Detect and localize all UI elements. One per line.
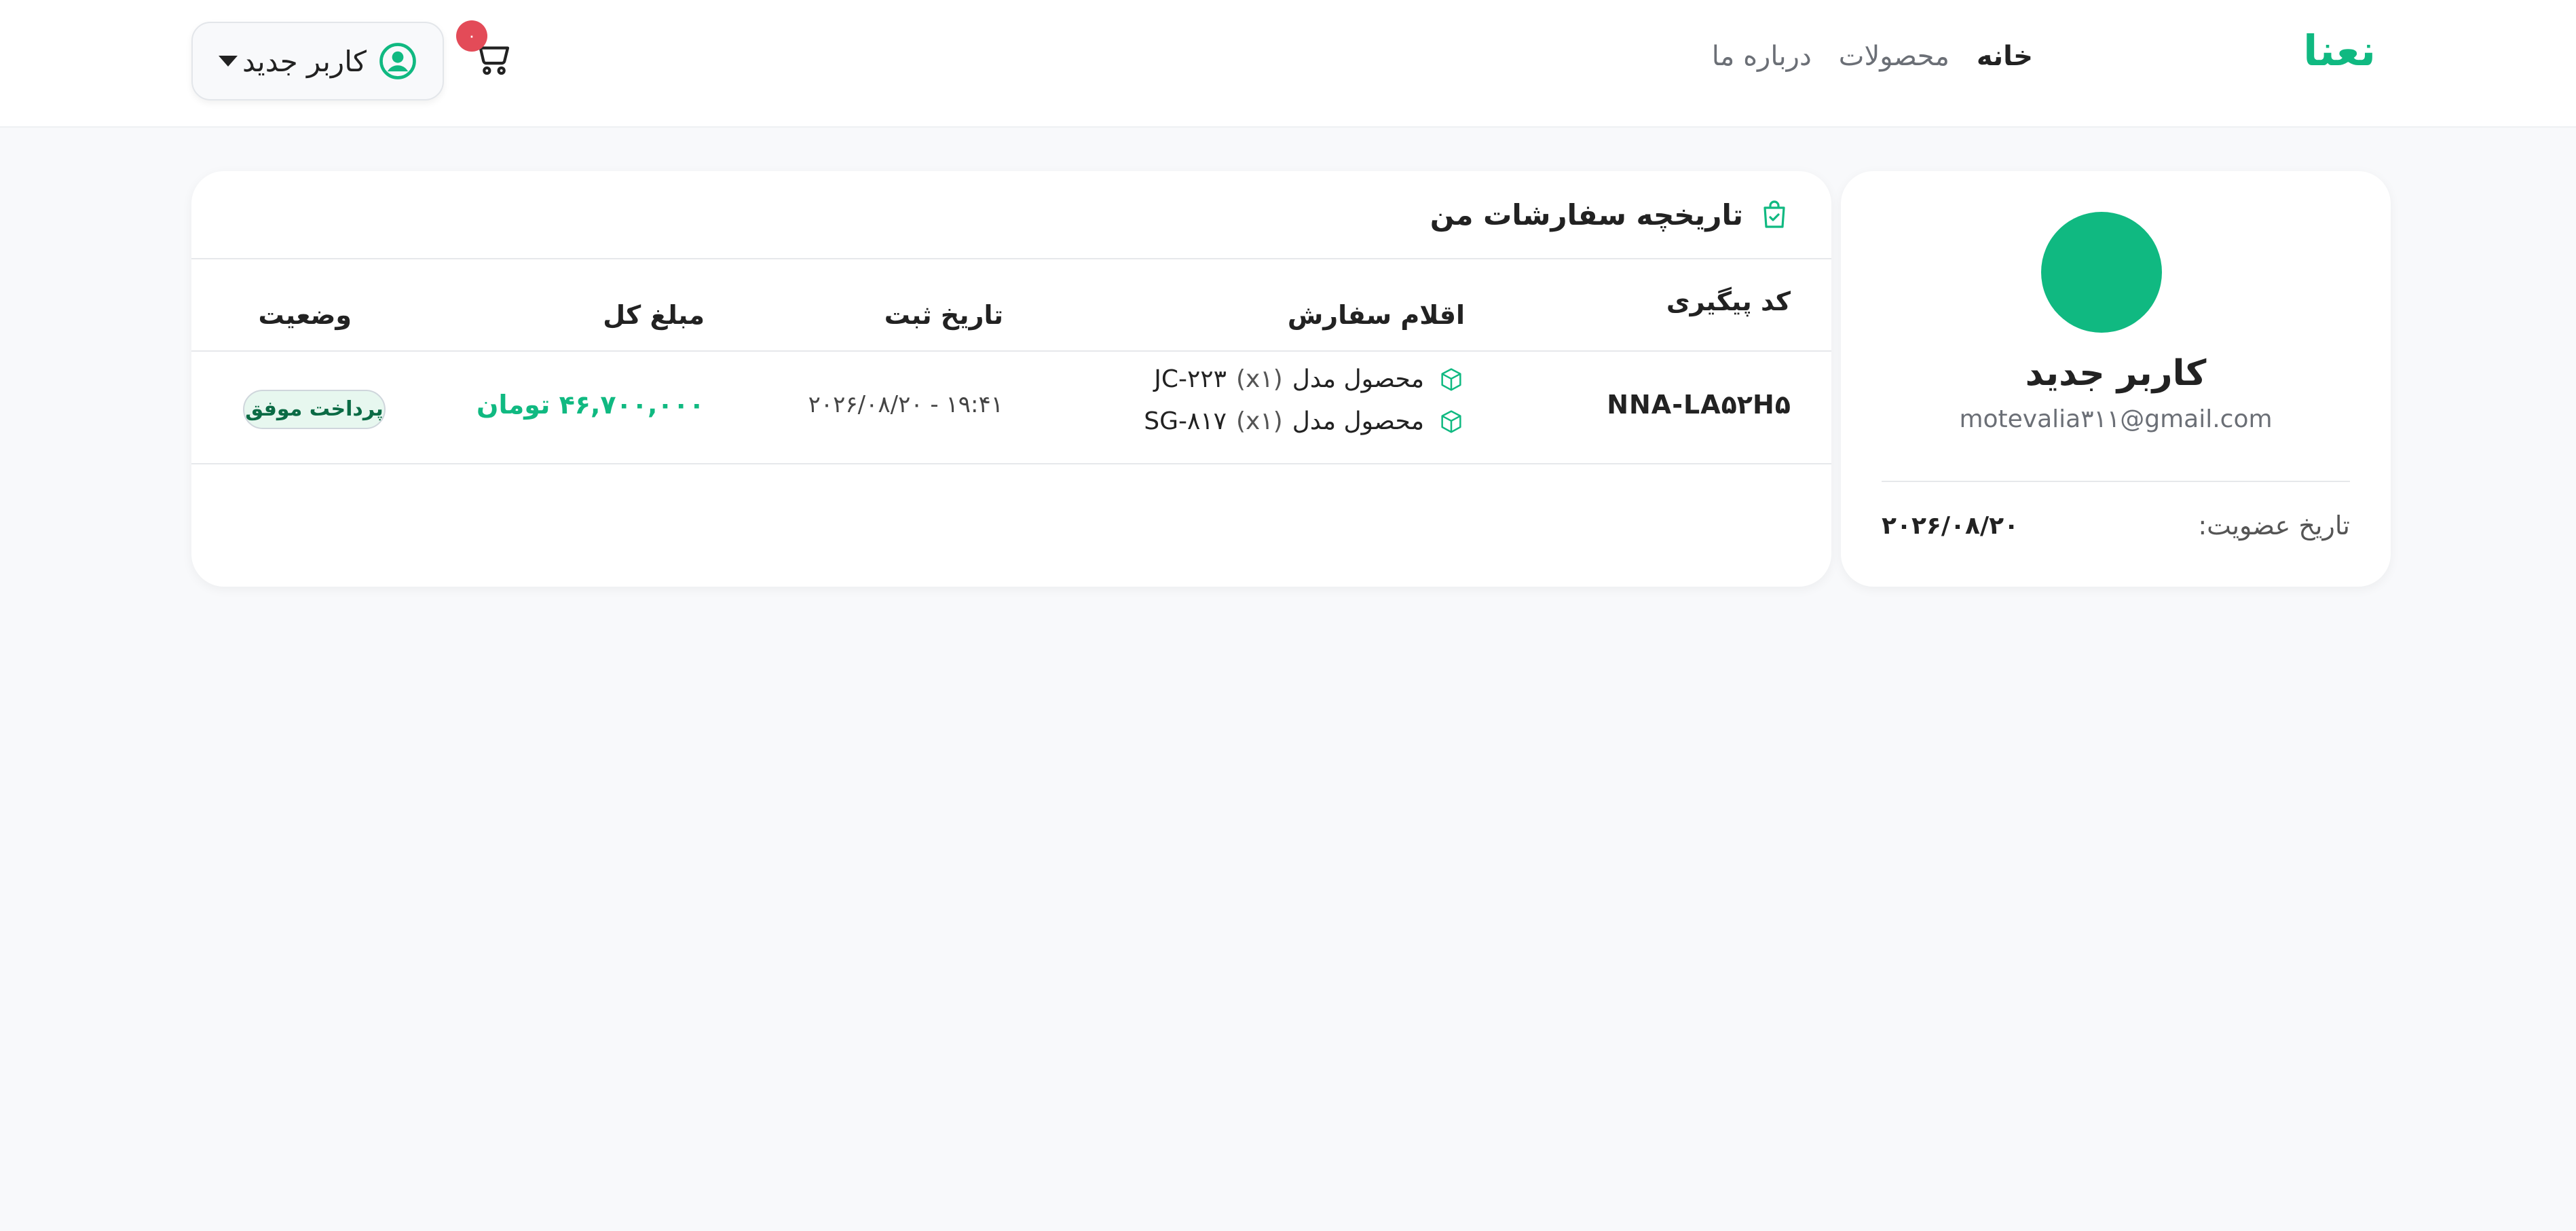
main-nav: خانه محصولات درباره ما — [1685, 41, 2033, 72]
order-item: محصول مدل (x۱) SG-۸۱۷ — [1144, 407, 1465, 435]
status-badge: پرداخت موفق — [243, 390, 386, 429]
chevron-down-icon — [219, 56, 238, 67]
user-circle-icon — [379, 43, 416, 79]
item-model: JC-۲۲۳ — [1154, 365, 1227, 393]
table-row-divider — [191, 463, 1831, 464]
nav-products[interactable]: محصولات — [1839, 41, 1949, 72]
col-amount: مبلغ کل — [603, 300, 705, 330]
user-menu-button[interactable]: کاربر جدید — [191, 22, 444, 100]
orders-title: تاریخچه سفارشات من — [1430, 198, 1743, 232]
orders-header: تاریخچه سفارشات من — [191, 171, 1831, 259]
order-item: محصول مدل (x۱) JC-۲۲۳ — [1154, 365, 1465, 393]
profile-name: کاربر جدید — [2025, 353, 2207, 394]
shopping-bag-check-icon — [1763, 200, 1785, 228]
table-header-divider — [191, 350, 1831, 352]
user-menu-name: کاربر جدید — [242, 44, 367, 78]
package-icon — [1441, 367, 1461, 391]
top-navbar: نعنا خانه محصولات درباره ما کاربر جدید ۰ — [0, 0, 2576, 128]
tracking-code: NNA-LA۵۲H۵ — [1607, 390, 1791, 420]
order-date: ۲۰۲۶/۰۸/۲۰ - ۱۹:۴۱ — [808, 391, 1003, 418]
order-amount: ۴۶,۷۰۰,۰۰۰ تومان — [477, 390, 705, 420]
divider — [1882, 481, 2350, 482]
member-since-label: تاریخ عضویت: — [2198, 511, 2350, 540]
col-date: تاریخ ثبت — [884, 300, 1003, 330]
item-name: محصول مدل — [1292, 407, 1424, 435]
item-qty: (x۱) — [1235, 365, 1283, 393]
col-tracking: کد پیگیری — [1666, 287, 1791, 316]
orders-card: تاریخچه سفارشات من کد پیگیری اقلام سفارش… — [191, 171, 1831, 587]
member-since-row: تاریخ عضویت: ۲۰۲۶/۰۸/۲۰ — [1882, 511, 2350, 540]
member-since-value: ۲۰۲۶/۰۸/۲۰ — [1882, 511, 2019, 540]
nav-home[interactable]: خانه — [1977, 41, 2033, 72]
cart-count-badge: ۰ — [456, 20, 487, 52]
avatar — [2041, 212, 2162, 333]
item-qty: (x۱) — [1235, 407, 1283, 435]
col-items: اقلام سفارش — [1287, 300, 1465, 330]
profile-card: کاربر جدید motevalia۳۱۱@gmail.com تاریخ … — [1841, 171, 2391, 587]
brand-logo[interactable]: نعنا — [2303, 26, 2376, 75]
item-name: محصول مدل — [1292, 365, 1424, 393]
nav-about[interactable]: درباره ما — [1712, 41, 1812, 72]
package-icon — [1441, 409, 1461, 433]
item-model: SG-۸۱۷ — [1144, 407, 1227, 435]
profile-email: motevalia۳۱۱@gmail.com — [1959, 405, 2273, 433]
col-status: وضعیت — [258, 300, 352, 330]
